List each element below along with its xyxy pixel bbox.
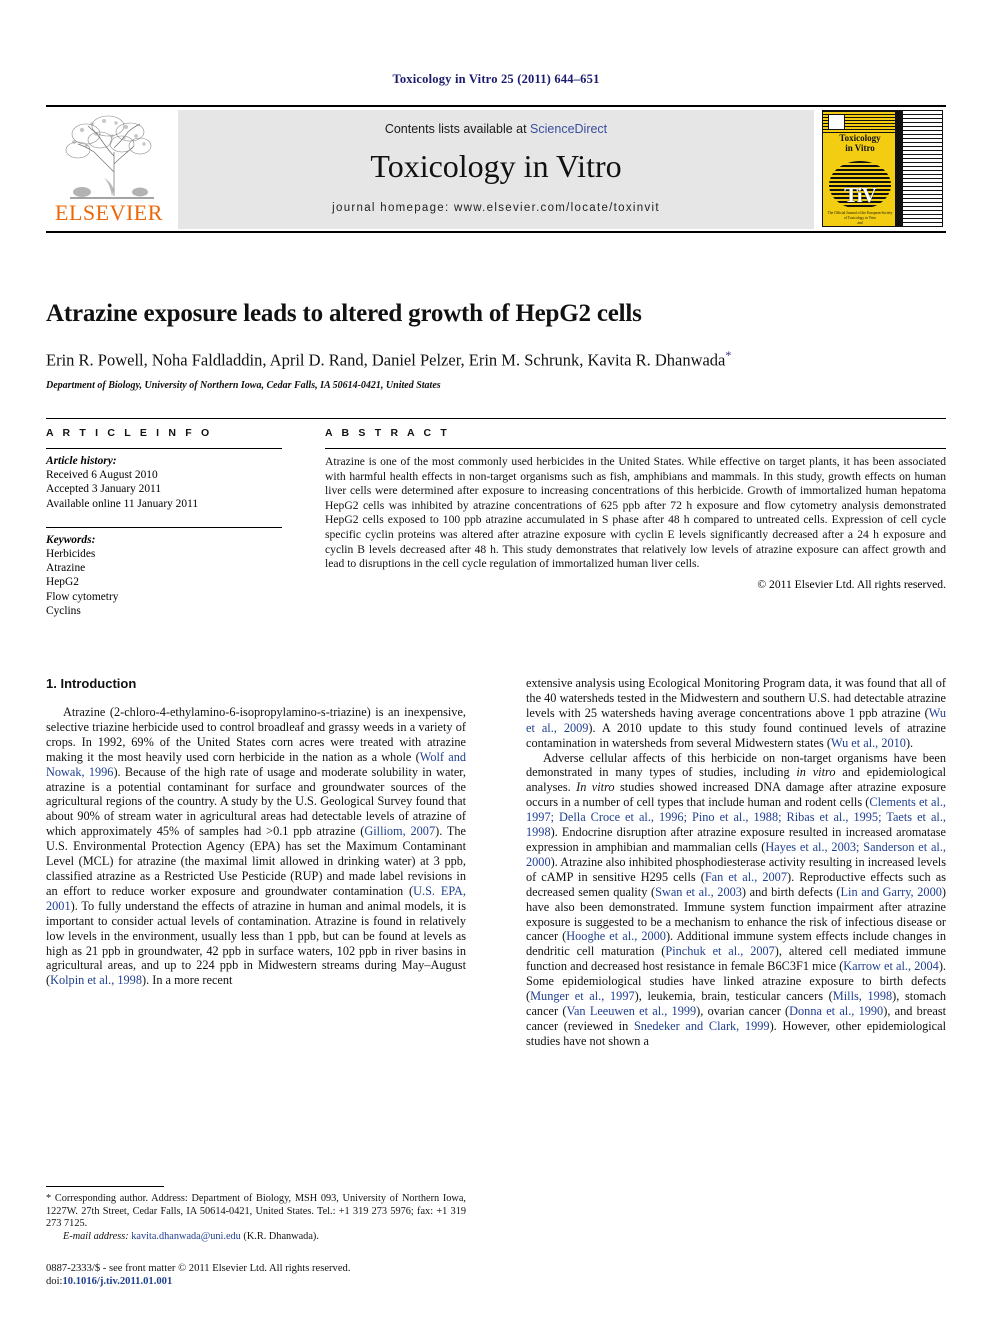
history-item: Accepted 3 January 2011	[46, 483, 162, 496]
elsevier-tree-icon	[56, 112, 162, 200]
keyword-item: HepG2	[46, 576, 79, 589]
masthead-center-panel: Contents lists available at ScienceDirec…	[178, 110, 814, 229]
journal-cover-thumbnail: Toxicology in Vitro TiV The Official Jou…	[822, 110, 944, 229]
info-abstract-top-rule	[46, 418, 946, 419]
title-block: Atrazine exposure leads to altered growt…	[46, 300, 946, 391]
article-history-group: Article history: Received 6 August 2010 …	[46, 449, 282, 511]
cover-top-stripes	[823, 111, 895, 133]
journal-title: Toxicology in Vitro	[370, 148, 622, 184]
article-title: Atrazine exposure leads to altered growt…	[46, 300, 642, 327]
intro-r2-g: ) and birth defects (	[741, 884, 841, 899]
email-suffix: (K.R. Dhanwada).	[243, 1230, 319, 1242]
history-item: Received 6 August 2010	[46, 469, 158, 482]
article-history-label: Article history:	[46, 455, 117, 467]
doi-label: doi:	[46, 1276, 63, 1288]
cover-footer-line3: The American Society for Cellular and Co…	[832, 226, 888, 227]
corresponding-author-marker: *	[725, 348, 732, 362]
citation-mills[interactable]: Mills, 1998	[833, 989, 892, 1003]
citation-karrow[interactable]: Karrow et al., 2004	[843, 959, 939, 973]
contents-prefix-text: Contents lists available at	[384, 122, 531, 136]
citation-snedeker-clark[interactable]: Snedeker and Clark, 1999	[634, 1019, 770, 1033]
abstract-copyright: © 2011 Elsevier Ltd. All rights reserved…	[757, 577, 946, 591]
cover-society-badge	[828, 114, 845, 130]
cover-title-line1: Toxicology	[839, 133, 881, 143]
section-heading-introduction: 1. Introduction	[46, 676, 137, 691]
body-column-right: extensive analysis using Ecological Moni…	[526, 676, 946, 1049]
keywords-label: Keywords:	[46, 533, 96, 546]
intro-r1-a: extensive analysis using Ecological Moni…	[526, 676, 946, 720]
history-item: Available online 11 January 2011	[46, 497, 199, 510]
cover-footer-line1: The Official Journal of the European Soc…	[827, 211, 893, 220]
intro-r2-n: ), ovarian cancer (	[696, 1003, 790, 1018]
keyword-item: Atrazine	[46, 562, 86, 575]
affiliation: Department of Biology, University of Nor…	[46, 379, 441, 391]
body-column-left: 1. Introduction Atrazine (2-chloro-4-eth…	[46, 676, 466, 988]
intro-paragraph-right-1: extensive analysis using Ecological Moni…	[526, 676, 946, 751]
citation-kolpin[interactable]: Kolpin et al., 1998	[50, 973, 142, 987]
intro-paragraph-right-2: Adverse cellular affects of this herbici…	[526, 751, 946, 1049]
journal-homepage-link[interactable]: journal homepage: www.elsevier.com/locat…	[178, 202, 814, 214]
article-first-page: Toxicology in Vitro 25 (2011) 644–651 EL…	[0, 0, 992, 1323]
cover-title: Toxicology in Vitro	[825, 133, 895, 153]
sciencedirect-link[interactable]: ScienceDirect	[530, 122, 607, 136]
citation-gilliom[interactable]: Gilliom, 2007	[364, 824, 435, 838]
cover-footer-line2: and	[857, 221, 863, 225]
doi-line: doi:10.1016/j.tiv.2011.01.001	[46, 1275, 506, 1288]
intro-r1-c: ).	[905, 735, 914, 750]
citation-hooghe[interactable]: Hooghe et al., 2000	[566, 929, 666, 943]
cover-front: Toxicology in Vitro TiV The Official Jou…	[822, 110, 896, 227]
intro-paragraph-left: Atrazine (2-chloro-4-ethylamino-6-isopro…	[46, 705, 466, 988]
cover-spine	[896, 110, 903, 227]
authors-text: Erin R. Powell, Noha Faldladdin, April D…	[46, 350, 726, 370]
corresponding-author-footnote: * Corresponding author. Address: Departm…	[46, 1193, 466, 1230]
citation-munger[interactable]: Munger et al., 1997	[530, 989, 635, 1003]
keywords-group: Keywords: Herbicides Atrazine HepG2 Flow…	[46, 528, 282, 618]
elsevier-wordmark: ELSEVIER	[55, 200, 163, 225]
citation-lin-garry[interactable]: Lin and Garry, 2000	[841, 885, 942, 899]
italic-in-vitro-2: In vitro	[576, 780, 615, 795]
abstract-text: Atrazine is one of the most commonly use…	[325, 455, 946, 571]
email-footnote: E-mail address: kavita.dhanwada@uni.edu …	[46, 1231, 466, 1244]
citation-van-leeuwen[interactable]: Van Leeuwen et al., 1999	[566, 1004, 696, 1018]
article-info-heading: A R T I C L E I N F O	[46, 427, 213, 439]
contents-available-line: Contents lists available at ScienceDirec…	[178, 122, 814, 136]
citation-fan[interactable]: Fan et al., 2007	[705, 870, 787, 884]
cover-page-edges	[903, 110, 943, 227]
running-head: Toxicology in Vitro 25 (2011) 644–651	[392, 72, 600, 86]
citation-wu-2010[interactable]: Wu et al., 2010	[831, 736, 906, 750]
author-list: Erin R. Powell, Noha Faldladdin, April D…	[46, 348, 946, 371]
intro-text-a: Atrazine (2-chloro-4-ethylamino-6-isopro…	[46, 705, 466, 764]
citation-donna[interactable]: Donna et al., 1990	[789, 1004, 883, 1018]
citation-pinchuk[interactable]: Pinchuk et al., 2007	[665, 944, 774, 958]
email-label: E-mail address:	[63, 1230, 129, 1242]
citation-swan[interactable]: Swan et al., 2003	[655, 885, 742, 899]
intro-text-e: ). In a more recent	[141, 973, 233, 988]
keyword-item: Flow cytometry	[46, 590, 119, 603]
abstract-heading: A B S T R A C T	[325, 427, 450, 439]
doi-link[interactable]: 10.1016/j.tiv.2011.01.001	[62, 1276, 172, 1287]
cover-tiv-logo: TiV	[829, 161, 891, 209]
cover-footer-text: The Official Journal of the European Soc…	[826, 211, 894, 227]
elsevier-logo: ELSEVIER	[48, 110, 170, 230]
italic-in-vitro-1: in vitro	[796, 765, 836, 780]
cover-tiv-text: TiV	[844, 183, 877, 207]
email-link[interactable]: kavita.dhanwada@uni.edu	[131, 1231, 241, 1242]
intro-r2-l: ), leukemia, brain, testicular cancers (	[634, 989, 833, 1004]
journal-masthead: ELSEVIER Contents lists available at Sci…	[46, 105, 946, 233]
footnote-block: * Corresponding author. Address: Departm…	[46, 1186, 466, 1243]
imprint-block: 0887-2333/$ - see front matter © 2011 El…	[46, 1262, 506, 1289]
keyword-item: Cyclins	[46, 604, 81, 617]
issn-copyright-line: 0887-2333/$ - see front matter © 2011 El…	[46, 1263, 351, 1274]
abstract-column: A B S T R A C T Atrazine is one of the m…	[325, 424, 946, 591]
cover-title-line2: in Vitro	[845, 142, 875, 153]
footnote-rule	[46, 1186, 164, 1187]
article-info-column: A R T I C L E I N F O Article history: R…	[46, 424, 282, 618]
keyword-item: Herbicides	[46, 548, 96, 561]
